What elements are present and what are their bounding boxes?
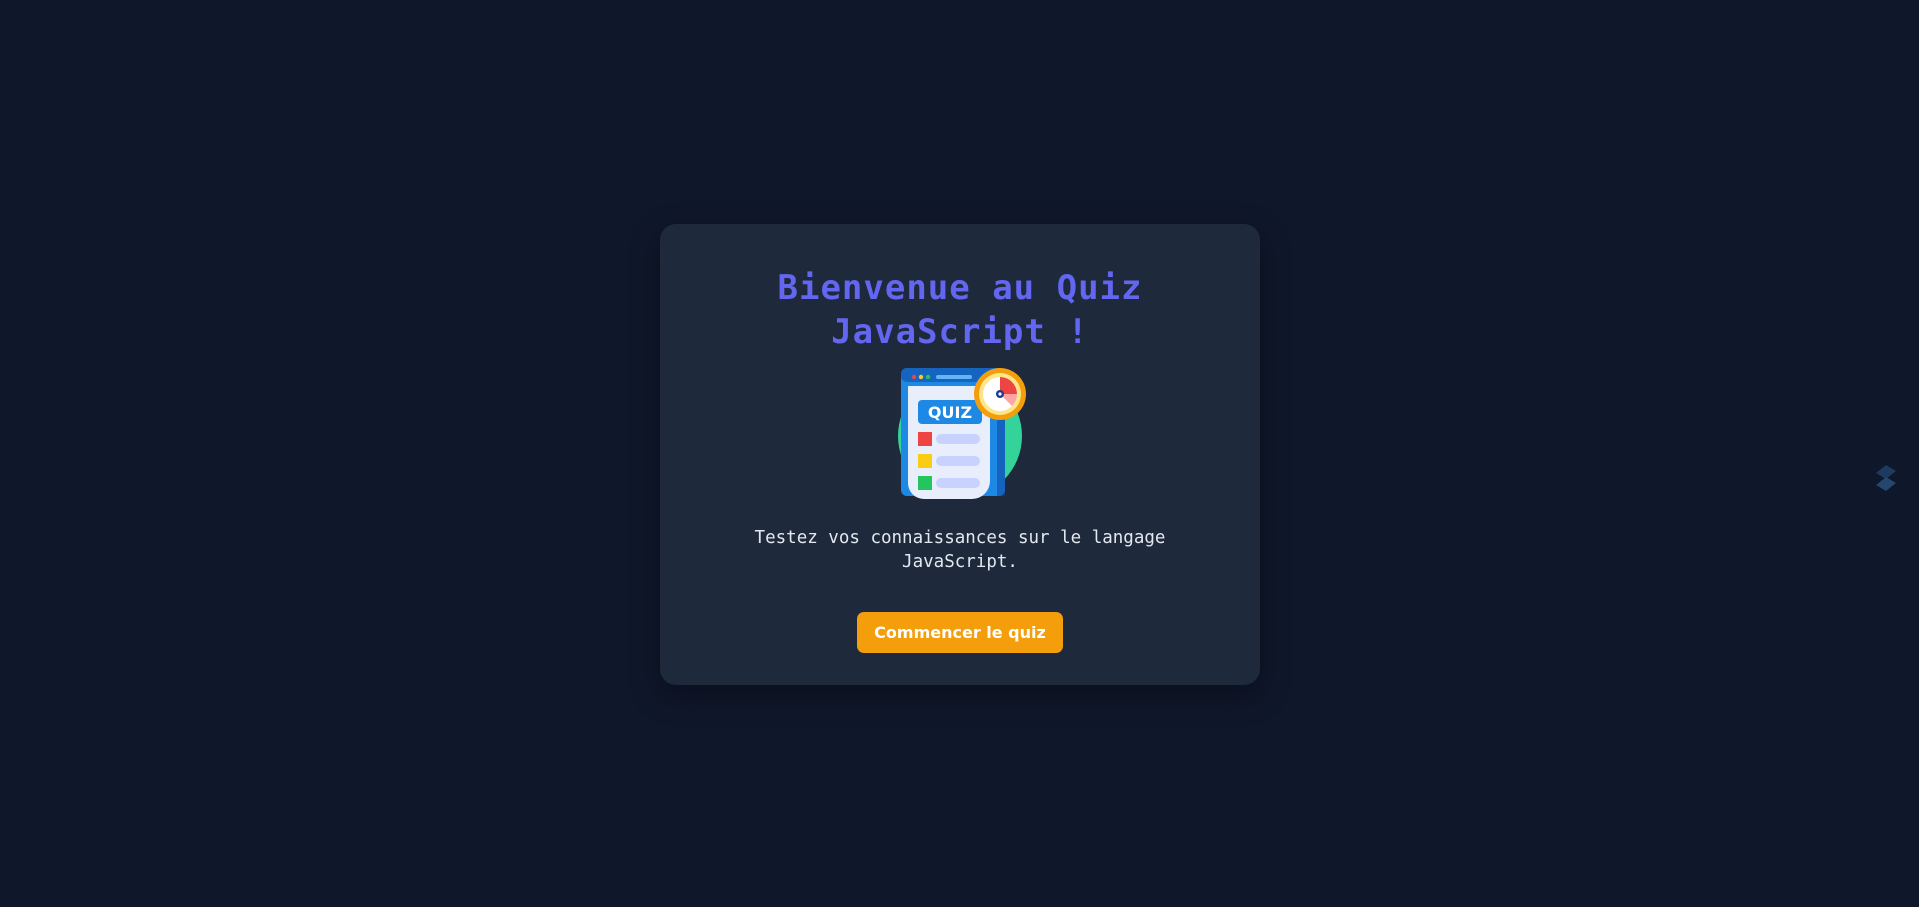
description-line-2: JavaScript. [902,552,1018,572]
welcome-card: Bienvenue au Quiz JavaScript ! QUIZ Test… [660,224,1260,685]
side-logo-icon[interactable] [1873,462,1899,494]
title-line-1: Bienvenue au Quiz [777,268,1143,308]
title-line-2: JavaScript ! [831,312,1089,352]
page-title: Bienvenue au Quiz JavaScript ! [660,266,1260,354]
page: Bienvenue au Quiz JavaScript ! QUIZ Test… [0,0,1919,907]
quiz-illustration-icon: QUIZ [898,368,1026,499]
illustration-badge-text: QUIZ [928,403,972,422]
start-quiz-button[interactable]: Commencer le quiz [857,612,1063,653]
description-line-1: Testez vos connaissances sur le langage [754,528,1166,548]
description-text: Testez vos connaissances sur le langage … [730,526,1190,574]
